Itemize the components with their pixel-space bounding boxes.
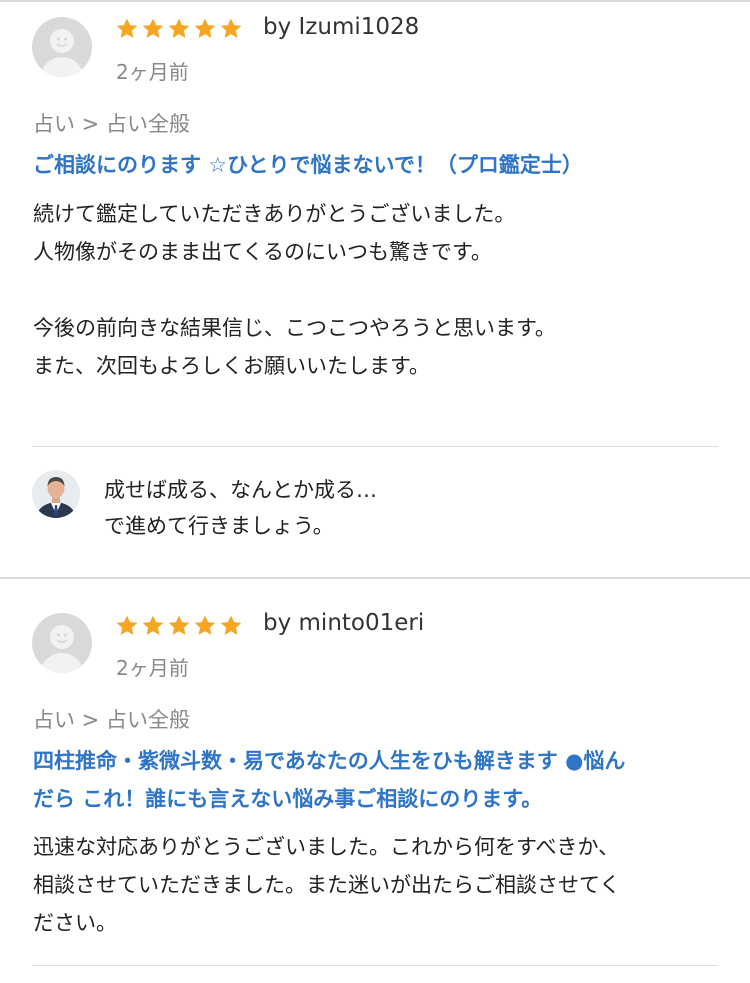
review-line: 続けて鑑定していただきありがとうございました。 [33,202,516,226]
star-icon [167,17,191,41]
review-line: ださい。 [33,911,117,935]
star-rating [115,614,243,638]
star-icon [115,614,139,638]
seller-avatar[interactable] [32,470,80,518]
reply-line: で進めて行きましょう。 [104,514,334,538]
review-date: 2ヶ月前 [116,656,189,680]
review-date: 2ヶ月前 [116,60,189,84]
reply-line: 成せば成る、なんとか成る… [104,478,377,502]
review-line [33,271,723,309]
star-icon [219,17,243,41]
star-icon [193,614,217,638]
review-body: 続けて鑑定していただきありがとうございました。 人物像がそのまま出てくるのにいつ… [33,195,723,385]
user-avatar-icon[interactable] [32,17,92,77]
review-line: 迅速な対応ありがとうございました。これから何をすべきか、 [33,835,620,859]
star-icon [115,17,139,41]
star-icon [141,614,165,638]
review-line: 相談させていただきました。また迷いが出たらご相談させてく [33,873,621,897]
review-line: 人物像がそのまま出てくるのにいつも驚きです。 [33,240,492,264]
review-body: 迅速な対応ありがとうございました。これから何をすべきか、 相談させていただきまし… [33,828,723,942]
star-icon [167,614,191,638]
review-line: また、次回もよろしくお願いいたします。 [33,354,430,378]
reply-divider [32,446,718,447]
service-title-link[interactable]: 四柱推命・紫微斗数・易であなたの人生をひも解きます ●悩ん だら これ！誰にも言… [33,742,723,818]
category-breadcrumb[interactable]: 占い > 占い全般 [33,704,190,734]
reviewer-name[interactable]: by Izumi1028 [263,14,419,40]
service-title-line[interactable]: だら これ！誰にも言えない悩み事ご相談にのります。 [33,780,723,818]
top-divider [0,0,750,2]
category-breadcrumb[interactable]: 占い > 占い全般 [33,108,190,138]
star-rating [115,17,243,41]
star-icon [193,17,217,41]
review-bottom-divider [32,965,718,966]
star-icon [219,614,243,638]
service-title-link[interactable]: ご相談にのります ☆ひとりで悩まないで！（プロ鑑定士） [33,146,723,184]
user-avatar-icon[interactable] [32,613,92,673]
seller-reply: 成せば成る、なんとか成る… で進めて行きましょう。 [104,472,377,544]
star-icon [141,17,165,41]
review-line: 今後の前向きな結果信じ、こつこつやろうと思います。 [33,316,556,340]
service-title-line[interactable]: 四柱推命・紫微斗数・易であなたの人生をひも解きます ●悩ん [33,742,723,780]
reviewer-name[interactable]: by minto01eri [263,610,424,636]
review-separator [0,577,750,579]
